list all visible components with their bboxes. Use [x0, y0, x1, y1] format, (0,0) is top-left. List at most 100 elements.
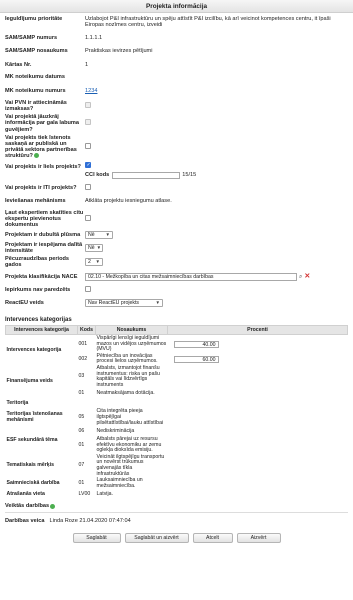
- category-cell: Teritorijas īstenošanas mehānismi: [6, 411, 63, 423]
- percent-cell: [168, 454, 348, 477]
- percent-cell: [168, 389, 348, 399]
- name-cell: Neatmaksājama dotācija.: [96, 390, 155, 397]
- procurement-label: Iepirkums nav paredzēts: [5, 286, 71, 293]
- info-icon[interactable]: [33, 153, 39, 159]
- period-select[interactable]: 2 ▼: [85, 258, 103, 267]
- sam-number-value: 1.1.1.1: [85, 35, 103, 42]
- code-cell: 03: [78, 373, 85, 380]
- period-label: Pēcuzraudzības periods gados: [5, 256, 70, 269]
- name-cell: Lauksaimniecība un mežsaimniecība.: [96, 477, 143, 489]
- cci-counter: 15/15: [182, 172, 197, 179]
- pvn-checkbox[interactable]: [85, 101, 91, 108]
- mechanism-label: Ieviešanas mehānisms: [5, 198, 66, 205]
- table-row: Saimnieciskā darbība 01 Lauksaimniecība un…: [6, 477, 348, 490]
- table-row: Teritorijas īstenošanas mehānismi 05 Cita …: [6, 409, 348, 427]
- percent-input[interactable]: 40.00: [173, 340, 219, 348]
- category-cell: Saimnieciskā darbība: [6, 480, 60, 487]
- chevron-down-icon: ▼: [96, 244, 102, 250]
- intensity-label: Projektam ir iespējama dalītā intensitāt…: [5, 241, 83, 254]
- table-row: Finansējuma veids 03 Atbalsts, izmantojot …: [6, 365, 348, 388]
- intervention-table: Intervences kategorija Kods Nosaukums Pr…: [5, 325, 348, 499]
- col-category: Intervences kategorija: [5, 325, 78, 336]
- large-checkbox[interactable]: [85, 161, 91, 168]
- priority-value: Uzlabojot P&I infrastruktūru un spēju at…: [85, 16, 331, 29]
- code-cell: [78, 399, 96, 409]
- intensity-select[interactable]: Nē ▼: [85, 243, 103, 252]
- chevron-down-icon: ▼: [95, 259, 100, 265]
- react-label: ReactEU veids: [5, 299, 44, 306]
- dual-label: Projektam ir dubultā plūsma: [5, 232, 81, 239]
- iti-checkbox[interactable]: [85, 184, 91, 191]
- code-cell: LV00: [78, 491, 91, 498]
- name-cell: Atbalsts pārejai uz resursu efektīvu eko…: [96, 436, 162, 454]
- code-cell: 07: [78, 462, 85, 469]
- dual-select[interactable]: Nē ▼: [85, 231, 113, 240]
- percent-cell: [168, 437, 348, 455]
- search-icon[interactable]: ⌕: [299, 274, 302, 280]
- percent-cell: [168, 365, 348, 388]
- react-select[interactable]: Nav ReactEU projekts ▼: [85, 298, 163, 307]
- code-cell: 01: [78, 480, 85, 487]
- col-code: Kods: [77, 325, 96, 336]
- procurement-checkbox[interactable]: [85, 285, 91, 292]
- dialog-title: Projekta informācija: [0, 0, 353, 13]
- cci-input[interactable]: [112, 172, 181, 180]
- code-cell: 05: [78, 413, 85, 420]
- sam-name-value: Praktiskas ievirzes pētījumi: [85, 48, 153, 55]
- activities-label: Veiktās darbības: [5, 503, 50, 510]
- name-cell: Cita integrēta pieeja ilgtspējīgai pilsē…: [96, 408, 164, 426]
- name-cell: [96, 399, 168, 409]
- save-close-button[interactable]: Saglabāt un aizvērt: [124, 532, 189, 543]
- table-row: ESF sekundārā tēma 06 Nediskriminācija: [6, 427, 348, 442]
- mk-number-link[interactable]: 1234: [85, 88, 97, 94]
- nace-label: Projekta klasifikācija NACE: [5, 273, 78, 280]
- table-row: Intervences kategorija 001 Vispārīgi lensī…: [6, 335, 348, 353]
- clear-icon[interactable]: ✕: [304, 273, 310, 280]
- name-cell: Pētniecība un inovācijas procesi lielos …: [96, 352, 158, 365]
- iti-label: Vai projekts ir ITI projekts?: [5, 185, 77, 192]
- table-row: Atrašanās vieta LV00 Latvija.: [6, 490, 348, 500]
- sam-name-label: SAM/SAMP nosaukums: [5, 48, 68, 55]
- funding-label: Vai projektā jāuzkrāj informācija par ga…: [5, 114, 79, 133]
- mechanism-value: Atklāta projektu iesniegumu atlase.: [85, 198, 172, 205]
- close-button[interactable]: Aizvērt: [236, 532, 281, 543]
- save-button[interactable]: Saglabāt: [72, 532, 121, 543]
- info-icon[interactable]: [50, 503, 56, 509]
- name-cell: Nediskriminācija: [96, 427, 135, 434]
- contracts-checkbox[interactable]: [85, 143, 91, 150]
- funding-checkbox[interactable]: [85, 119, 91, 126]
- experts-checkbox[interactable]: [85, 215, 91, 222]
- cancel-button[interactable]: Atcelt: [192, 532, 233, 543]
- footer-value: Linda Roze 21.04.2020 07:47:04: [49, 517, 131, 524]
- code-cell: 001: [78, 340, 88, 347]
- percent-cell: [168, 409, 348, 427]
- round-label: Kārtas Nr.: [5, 62, 32, 69]
- category-cell: Finansējuma veids: [6, 378, 53, 385]
- mk-number-label: MK noteikumu numurs: [5, 88, 66, 95]
- percent-cell: [168, 399, 348, 409]
- nace-input[interactable]: 02.10 - Mežkopība un citas mežsaimniecīb…: [85, 272, 297, 281]
- name-cell: Latvija.: [96, 491, 113, 498]
- category-cell: Teritorija: [6, 400, 29, 407]
- col-name: Nosaukums: [95, 325, 168, 336]
- mk-date-label: MK noteikumu datums: [5, 74, 65, 81]
- round-value: 1: [85, 62, 89, 69]
- col-percent: Procenti: [167, 325, 348, 336]
- percent-cell: [168, 490, 348, 500]
- table-row: Teritorija: [6, 399, 348, 409]
- cci-label: CCI kods: [85, 172, 110, 179]
- name-cell: Atbalsts, izmantojot finanšu instrumentu…: [96, 364, 160, 388]
- pvn-label: Vai PVN ir attiecināmās izmaksas?: [5, 99, 67, 113]
- contracts-label: Vai projekts tiek īstenots saskaņā ar pu…: [5, 134, 77, 160]
- button-bar: Saglabāt Saglabāt un aizvērt Atcelt Aizv…: [0, 532, 353, 543]
- project-form: Ieguldījumu prioritāte Uzlabojot P&I inf…: [0, 13, 353, 308]
- code-cell: 01: [78, 390, 85, 397]
- percent-input[interactable]: 60.00: [173, 355, 219, 363]
- category-cell: Atrašanās vieta: [6, 491, 45, 498]
- category-cell: Intervences kategorija: [6, 346, 62, 353]
- category-cell: Tematiskais mērķis: [6, 462, 55, 469]
- experts-label: Ļaut ekspertiem skatīties citu ekspertu …: [5, 210, 84, 229]
- name-cell: Veicināt ilgtspējīgu transportu un novēr…: [96, 453, 165, 477]
- percent-cell: [168, 427, 348, 437]
- chevron-down-icon: ▼: [155, 299, 160, 305]
